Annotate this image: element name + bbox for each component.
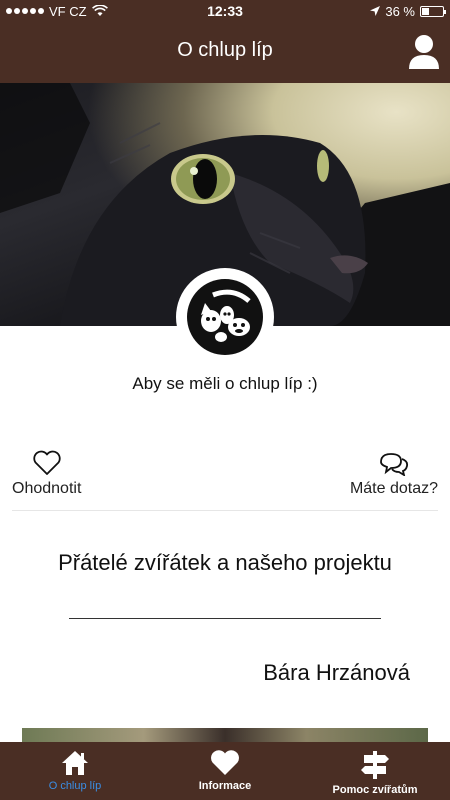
chat-bubbles-icon [380, 453, 409, 476]
heart-icon [211, 750, 239, 775]
status-right: 36 % [370, 3, 446, 19]
profile-button[interactable] [408, 34, 440, 70]
tab-informace[interactable]: Informace [150, 742, 300, 800]
tab-label: Pomoc zvířatům [332, 784, 418, 796]
page-title: O chlup líp [177, 39, 273, 61]
friend-photo[interactable] [22, 728, 428, 742]
signal-dots-icon [6, 8, 44, 14]
heart-outline-icon [33, 450, 61, 475]
tab-o-chlup-lip[interactable]: O chlup líp [0, 742, 150, 800]
home-icon [62, 751, 88, 775]
tab-pomoc-zviratum[interactable]: Pomoc zvířatům [300, 742, 450, 800]
tab-label: O chlup líp [48, 780, 102, 792]
carrier-label: VF CZ [49, 3, 87, 19]
rate-button[interactable]: Ohodnotit [12, 450, 81, 498]
question-button[interactable]: Máte dotaz? [350, 450, 438, 498]
status-bar: VF CZ 12:33 36 % [0, 0, 450, 22]
question-label: Máte dotaz? [349, 480, 438, 497]
rate-label: Ohodnotit [12, 480, 82, 497]
nav-bar: O chlup líp [0, 22, 450, 83]
section-heading: Přátelé zvířátek a našeho projektu [58, 550, 392, 575]
friend-name[interactable]: Bára Hrzánová [263, 660, 410, 686]
battery-percent: 36 % [385, 3, 415, 19]
heading-underline [69, 618, 381, 619]
tab-label: Informace [198, 780, 252, 792]
battery-fill [422, 7, 430, 15]
battery-icon [420, 5, 446, 17]
project-logo [176, 268, 274, 366]
tagline: Aby se měli o chlup líp :) [132, 374, 318, 393]
wifi-icon [91, 5, 108, 16]
divider [12, 510, 438, 511]
user-icon [409, 35, 439, 69]
tab-bar: O chlup líp Informace Pomoc zvířatům [0, 742, 450, 800]
location-arrow-icon [370, 6, 381, 16]
animals-logo [187, 279, 263, 355]
signpost-icon [361, 751, 389, 779]
status-left: VF CZ [6, 4, 108, 19]
